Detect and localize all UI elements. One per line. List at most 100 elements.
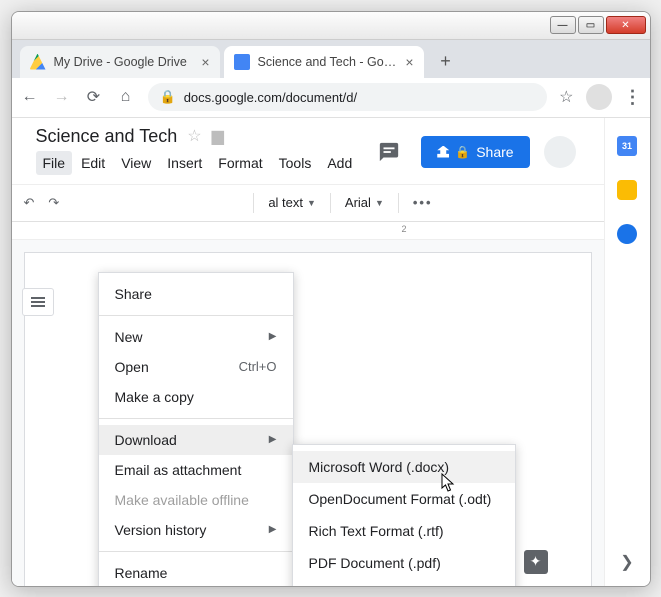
download-rtf[interactable]: Rich Text Format (.rtf) — [293, 515, 515, 547]
tab-title: Science and Tech - Google — [258, 55, 398, 69]
tab-close-icon[interactable]: × — [201, 54, 209, 70]
doc-title-text: Science and Tech — [36, 126, 178, 147]
menu-tools[interactable]: Tools — [272, 151, 319, 175]
menu-separator — [99, 315, 293, 316]
submenu-arrow-icon: ▶ — [269, 524, 277, 535]
undo-button[interactable]: ↶ — [24, 195, 35, 211]
back-button[interactable]: ← — [20, 88, 40, 106]
share-button[interactable]: 🔒 Share — [421, 136, 529, 168]
outline-icon — [31, 301, 45, 303]
menu-label: PDF Document (.pdf) — [309, 555, 441, 571]
redo-button[interactable]: ↷ — [48, 195, 59, 211]
menu-shortcut: Ctrl+O — [239, 359, 277, 374]
menu-insert[interactable]: Insert — [160, 151, 209, 175]
menu-label: Open — [115, 359, 149, 375]
file-menu-share[interactable]: Share — [99, 279, 293, 309]
forward-button[interactable]: → — [52, 88, 72, 106]
file-menu-dropdown: Share New ▶ Open Ctrl+O Make a copy Downlo… — [98, 272, 294, 586]
keep-icon[interactable] — [617, 180, 637, 200]
chrome-profile-avatar[interactable] — [586, 84, 612, 110]
drive-favicon-icon — [30, 54, 46, 70]
menu-label: New — [115, 329, 143, 345]
tab-title: My Drive - Google Drive — [54, 55, 194, 69]
window-close-button[interactable]: ✕ — [606, 16, 646, 34]
comment-icon — [378, 141, 400, 163]
lock-icon: 🔒 — [160, 89, 176, 105]
menu-view[interactable]: View — [114, 151, 158, 175]
menu-separator — [99, 551, 293, 552]
download-submenu: Microsoft Word (.docx) OpenDocument Form… — [292, 444, 516, 586]
ruler-tick: 2 — [402, 224, 407, 234]
address-bar[interactable]: 🔒 docs.google.com/document/d/ — [148, 83, 548, 111]
collapse-side-panel-button[interactable]: ❯ — [620, 552, 633, 572]
google-docs-app: Science and Tech ☆ ▆ File Edit View Inse… — [12, 118, 650, 586]
menu-label: Share — [115, 286, 152, 302]
share-label: Share — [476, 144, 513, 160]
file-menu-download[interactable]: Download ▶ — [99, 425, 293, 455]
menu-label: Rich Text Format (.rtf) — [309, 523, 444, 539]
toolbar-separator — [398, 193, 399, 213]
style-label: al text — [268, 195, 303, 210]
account-avatar[interactable] — [544, 136, 576, 168]
docs-favicon-icon — [234, 54, 250, 70]
window-titlebar: — ▭ ✕ — [12, 12, 650, 40]
menu-label: Email as attachment — [115, 462, 242, 478]
browser-tab-strip: My Drive - Google Drive × Science and Te… — [12, 40, 650, 78]
menu-label: OpenDocument Format (.odt) — [309, 491, 492, 507]
google-side-panel: 31 ❯ — [604, 118, 650, 586]
chevron-down-icon: ▼ — [375, 198, 384, 208]
file-menu-rename[interactable]: Rename — [99, 558, 293, 586]
file-menu-new[interactable]: New ▶ — [99, 322, 293, 352]
file-menu-email[interactable]: Email as attachment — [99, 455, 293, 485]
toolbar-separator — [253, 193, 254, 213]
explore-button[interactable]: ✦ — [524, 550, 548, 574]
menu-format[interactable]: Format — [211, 151, 269, 175]
submenu-arrow-icon: ▶ — [269, 331, 277, 342]
docs-main: Science and Tech ☆ ▆ File Edit View Inse… — [12, 118, 604, 586]
browser-toolbar: ← → ⟳ ⌂ 🔒 docs.google.com/document/d/ ☆ … — [12, 78, 650, 118]
chrome-window: — ▭ ✕ My Drive - Google Drive × Science … — [11, 11, 651, 587]
chrome-menu-button[interactable]: ⋮ — [624, 87, 642, 108]
lock-icon: 🔒 — [455, 145, 470, 159]
menu-label: Microsoft Word (.docx) — [309, 459, 450, 475]
download-docx[interactable]: Microsoft Word (.docx) — [293, 451, 515, 483]
menu-file[interactable]: File — [36, 151, 73, 175]
docs-header-actions: 🔒 Share — [371, 126, 591, 170]
file-menu-open[interactable]: Open Ctrl+O — [99, 352, 293, 382]
toolbar-more-button[interactable]: ••• — [413, 195, 433, 210]
menu-edit[interactable]: Edit — [74, 151, 112, 175]
doc-title[interactable]: Science and Tech ☆ ▆ — [36, 126, 360, 147]
browser-tab-docs[interactable]: Science and Tech - Google × — [224, 46, 424, 78]
file-menu-make-copy[interactable]: Make a copy — [99, 382, 293, 412]
star-icon[interactable]: ☆ — [187, 126, 201, 146]
reload-button[interactable]: ⟳ — [84, 87, 104, 107]
browser-tab-drive[interactable]: My Drive - Google Drive × — [20, 46, 220, 78]
bookmark-star-icon[interactable]: ☆ — [559, 87, 573, 107]
tasks-icon[interactable] — [617, 224, 637, 244]
window-minimize-button[interactable]: — — [550, 16, 576, 34]
folder-icon[interactable]: ▆ — [212, 126, 224, 146]
window-maximize-button[interactable]: ▭ — [578, 16, 604, 34]
font-dropdown[interactable]: Arial ▼ — [345, 195, 384, 210]
chevron-down-icon: ▼ — [307, 198, 316, 208]
horizontal-ruler[interactable]: 2 — [12, 222, 604, 240]
comments-button[interactable] — [371, 134, 407, 170]
tab-close-icon[interactable]: × — [405, 54, 413, 70]
outline-toggle-button[interactable] — [22, 288, 54, 316]
new-tab-button[interactable]: + — [432, 48, 460, 76]
download-pdf[interactable]: PDF Document (.pdf) — [293, 547, 515, 579]
menu-label: Make available offline — [115, 492, 249, 508]
url-text: docs.google.com/document/d/ — [184, 90, 357, 105]
menu-addons[interactable]: Add — [320, 151, 359, 175]
download-odt[interactable]: OpenDocument Format (.odt) — [293, 483, 515, 515]
paragraph-style-dropdown[interactable]: al text ▼ — [268, 195, 316, 210]
menu-label: Make a copy — [115, 389, 194, 405]
submenu-arrow-icon: ▶ — [269, 434, 277, 445]
menu-label: Download — [115, 432, 177, 448]
home-button[interactable]: ⌂ — [116, 88, 136, 106]
calendar-icon[interactable]: 31 — [617, 136, 637, 156]
download-txt[interactable]: Plain Text (.txt) — [293, 579, 515, 586]
file-menu-offline[interactable]: Make available offline — [99, 485, 293, 515]
doc-title-area: Science and Tech ☆ ▆ File Edit View Inse… — [36, 126, 360, 175]
file-menu-version-history[interactable]: Version history▶ — [99, 515, 293, 545]
